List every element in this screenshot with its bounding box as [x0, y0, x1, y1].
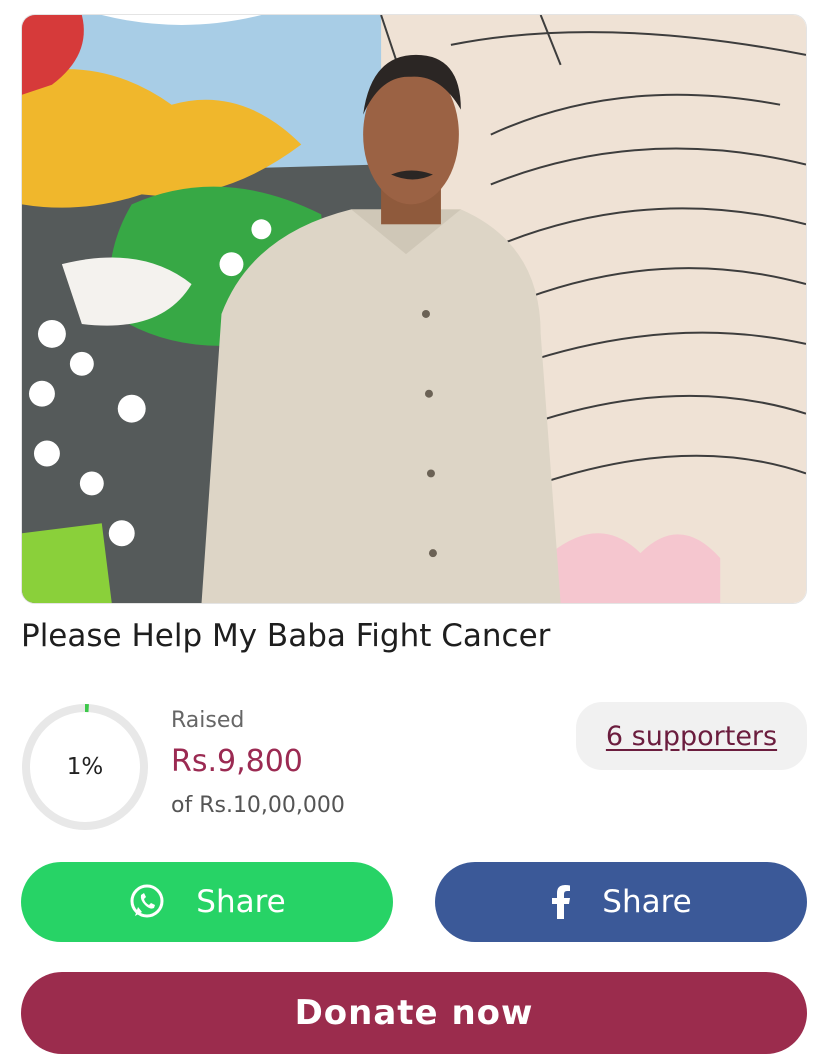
- progress-percent: 1%: [66, 754, 104, 780]
- supporters-button[interactable]: 6 supporters: [576, 702, 807, 770]
- goal-amount: of Rs.10,00,000: [171, 793, 345, 818]
- raised-amount: Rs.9,800: [171, 744, 303, 779]
- donate-now-button[interactable]: Donate now: [21, 972, 807, 1054]
- whatsapp-share-label: Share: [196, 884, 286, 920]
- raised-label: Raised: [171, 708, 245, 733]
- supporters-label: 6 supporters: [605, 720, 778, 752]
- facebook-icon: [550, 885, 572, 919]
- whatsapp-icon: [128, 883, 166, 921]
- campaign-title: Please Help My Baba Fight Cancer: [21, 618, 551, 654]
- campaign-photo: [21, 14, 807, 604]
- facebook-share-label: Share: [602, 884, 692, 920]
- facebook-share-button[interactable]: Share: [435, 862, 807, 942]
- progress-ring: 1%: [20, 702, 150, 832]
- donate-label: Donate now: [294, 993, 534, 1033]
- whatsapp-share-button[interactable]: Share: [21, 862, 393, 942]
